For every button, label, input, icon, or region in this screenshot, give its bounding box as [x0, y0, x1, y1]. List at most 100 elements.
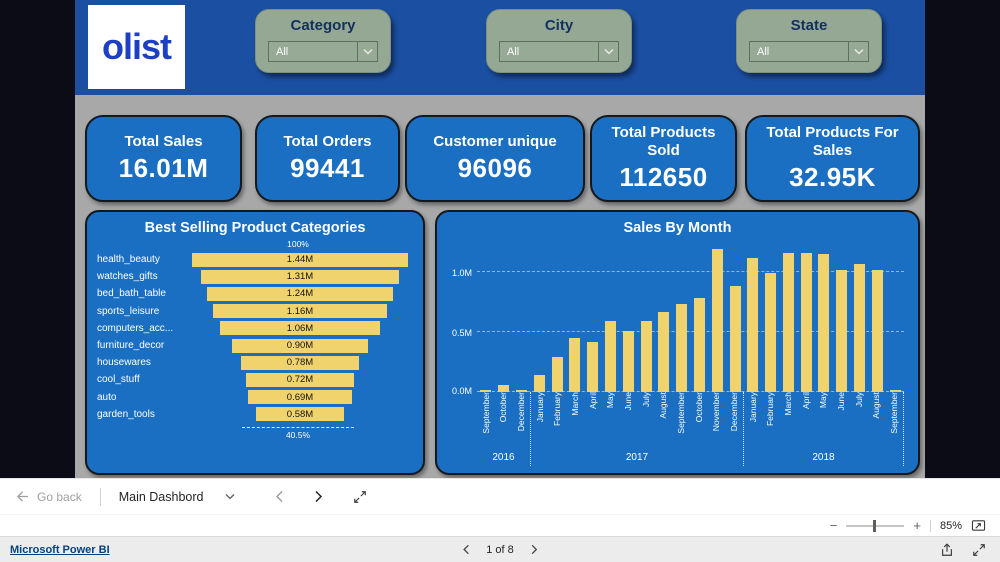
month-label: December: [512, 392, 530, 450]
sales-bar[interactable]: [605, 321, 616, 392]
sales-bar[interactable]: [641, 321, 652, 392]
kpi-total-orders: Total Orders 99441: [255, 115, 400, 202]
funnel-bar[interactable]: 0.58M: [256, 407, 343, 421]
sales-bar[interactable]: [623, 331, 634, 392]
zoom-slider-handle[interactable]: [873, 520, 876, 532]
funnel-row: computers_acc... 1.06M: [97, 320, 413, 337]
year-group: SeptemberOctoberDecember2016: [477, 392, 530, 466]
month-label: July: [637, 392, 655, 450]
next-page-button[interactable]: [314, 490, 323, 503]
olist-logo: olist: [88, 5, 185, 89]
sales-bar[interactable]: [783, 253, 794, 392]
share-button[interactable]: [940, 543, 954, 557]
zoom-out-button[interactable]: −: [830, 519, 838, 532]
sales-bar[interactable]: [498, 385, 509, 392]
category-slicer-title: Category: [256, 17, 390, 34]
state-dropdown[interactable]: All: [749, 41, 869, 62]
funnel-category-label: sports_leisure: [97, 306, 187, 317]
funnel-bar-value: 0.58M: [287, 409, 313, 420]
sales-bar[interactable]: [534, 375, 545, 392]
month-label: April: [797, 392, 815, 450]
zoom-slider[interactable]: [846, 525, 904, 527]
sales-bar[interactable]: [747, 258, 758, 392]
y-axis-label: 1.0M: [452, 268, 472, 278]
kpi-label: Customer unique: [433, 133, 556, 150]
state-slicer-title: State: [737, 17, 881, 34]
sales-bar[interactable]: [872, 270, 883, 392]
funnel-row: cool_stuff0.72M: [97, 371, 413, 388]
funnel-bottom: 40.5%: [187, 427, 409, 440]
sales-bar[interactable]: [676, 304, 687, 392]
funnel-bar[interactable]: 1.06M: [220, 321, 380, 335]
funnel-top-percent: 100%: [187, 239, 409, 249]
funnel-bar[interactable]: 0.69M: [248, 390, 352, 404]
funnel-bar[interactable]: 1.44M: [192, 253, 409, 267]
month-label: May: [815, 392, 833, 450]
funnel-bar[interactable]: 1.31M: [201, 270, 398, 284]
sales-bar[interactable]: [694, 298, 705, 392]
kpi-label: Total Products Sold: [598, 124, 729, 159]
zoom-in-button[interactable]: +: [913, 519, 921, 532]
sales-bar[interactable]: [818, 254, 829, 392]
status-bar-actions: [940, 543, 986, 557]
funnel-bar-value: 1.31M: [287, 271, 313, 282]
funnel-bar[interactable]: 0.90M: [232, 339, 368, 353]
city-dropdown[interactable]: All: [499, 41, 619, 62]
page-indicator-group: 1 of 8: [462, 544, 538, 556]
sales-bar[interactable]: [658, 312, 669, 392]
go-back-button[interactable]: Go back: [16, 490, 82, 504]
powerbi-brand-link[interactable]: Microsoft Power BI: [10, 544, 110, 556]
funnel-bar[interactable]: 1.16M: [213, 304, 388, 318]
funnel-bar-value: 0.90M: [287, 340, 313, 351]
state-dropdown-value: All: [750, 46, 848, 58]
sales-bar[interactable]: [569, 338, 580, 392]
bar-chart-plot: 1.0M 0.5M 0.0M: [477, 242, 904, 392]
sales-bar[interactable]: [712, 249, 723, 392]
funnel-category-label: computers_acc...: [97, 323, 187, 334]
funnel-row: auto0.69M: [97, 389, 413, 406]
sales-bar[interactable]: [552, 357, 563, 392]
fit-to-page-button[interactable]: [971, 519, 986, 532]
previous-page-button[interactable]: [462, 544, 470, 555]
sales-bar[interactable]: [730, 286, 741, 392]
sales-bar[interactable]: [854, 264, 865, 392]
month-label: February: [549, 392, 567, 450]
sales-bar[interactable]: [836, 270, 847, 392]
fit-to-width-button[interactable]: [353, 490, 367, 504]
page-menu-button[interactable]: Main Dashbord: [119, 490, 236, 504]
category-dropdown[interactable]: All: [268, 41, 378, 62]
chevron-left-icon: [275, 490, 284, 503]
previous-page-button[interactable]: [275, 490, 284, 503]
zoom-level: 85%: [940, 520, 962, 532]
month-label: August: [655, 392, 673, 450]
page-menu-label: Main Dashbord: [119, 490, 204, 504]
fullscreen-button[interactable]: [972, 543, 986, 557]
funnel-row: furniture_decor0.90M: [97, 337, 413, 354]
bar-chart-area: 1.0M 0.5M 0.0M SeptemberOctoberDecember2…: [477, 242, 904, 466]
sales-bar[interactable]: [765, 273, 776, 392]
year-group: JanuaryFebruaryMarchAprilMayJuneJulyAugu…: [530, 392, 743, 466]
funnel-bar[interactable]: 0.78M: [241, 356, 359, 370]
kpi-total-products-for-sales: Total Products For Sales 32.95K: [745, 115, 920, 202]
funnel-bar[interactable]: 0.72M: [246, 373, 354, 387]
funnel-bar-value: 1.44M: [287, 254, 313, 265]
funnel-category-label: health_beauty: [97, 254, 187, 265]
funnel-chart-panel: Best Selling Product Categories 100% hea…: [85, 210, 425, 475]
month-label: October: [495, 392, 513, 450]
month-label: April: [584, 392, 602, 450]
x-axis-labels: SeptemberOctoberDecember2016JanuaryFebru…: [477, 392, 904, 466]
y-axis-label: 0.5M: [452, 328, 472, 338]
kpi-value: 16.01M: [119, 153, 209, 184]
sales-bar[interactable]: [587, 342, 598, 392]
funnel-bar[interactable]: 1.24M: [207, 287, 394, 301]
bar-chart-title: Sales By Month: [437, 212, 918, 236]
kpi-label: Total Orders: [283, 133, 371, 150]
month-label: February: [762, 392, 780, 450]
report-canvas: olist Category All City All: [75, 0, 925, 478]
next-page-button[interactable]: [530, 544, 538, 555]
report-viewport: olist Category All City All: [0, 0, 1000, 478]
year-group: JanuaryFebruaryMarchAprilMayJuneJulyAugu…: [743, 392, 904, 466]
chevron-right-icon: [314, 490, 323, 503]
sales-bar[interactable]: [801, 253, 812, 392]
kpi-value: 96096: [458, 153, 533, 184]
